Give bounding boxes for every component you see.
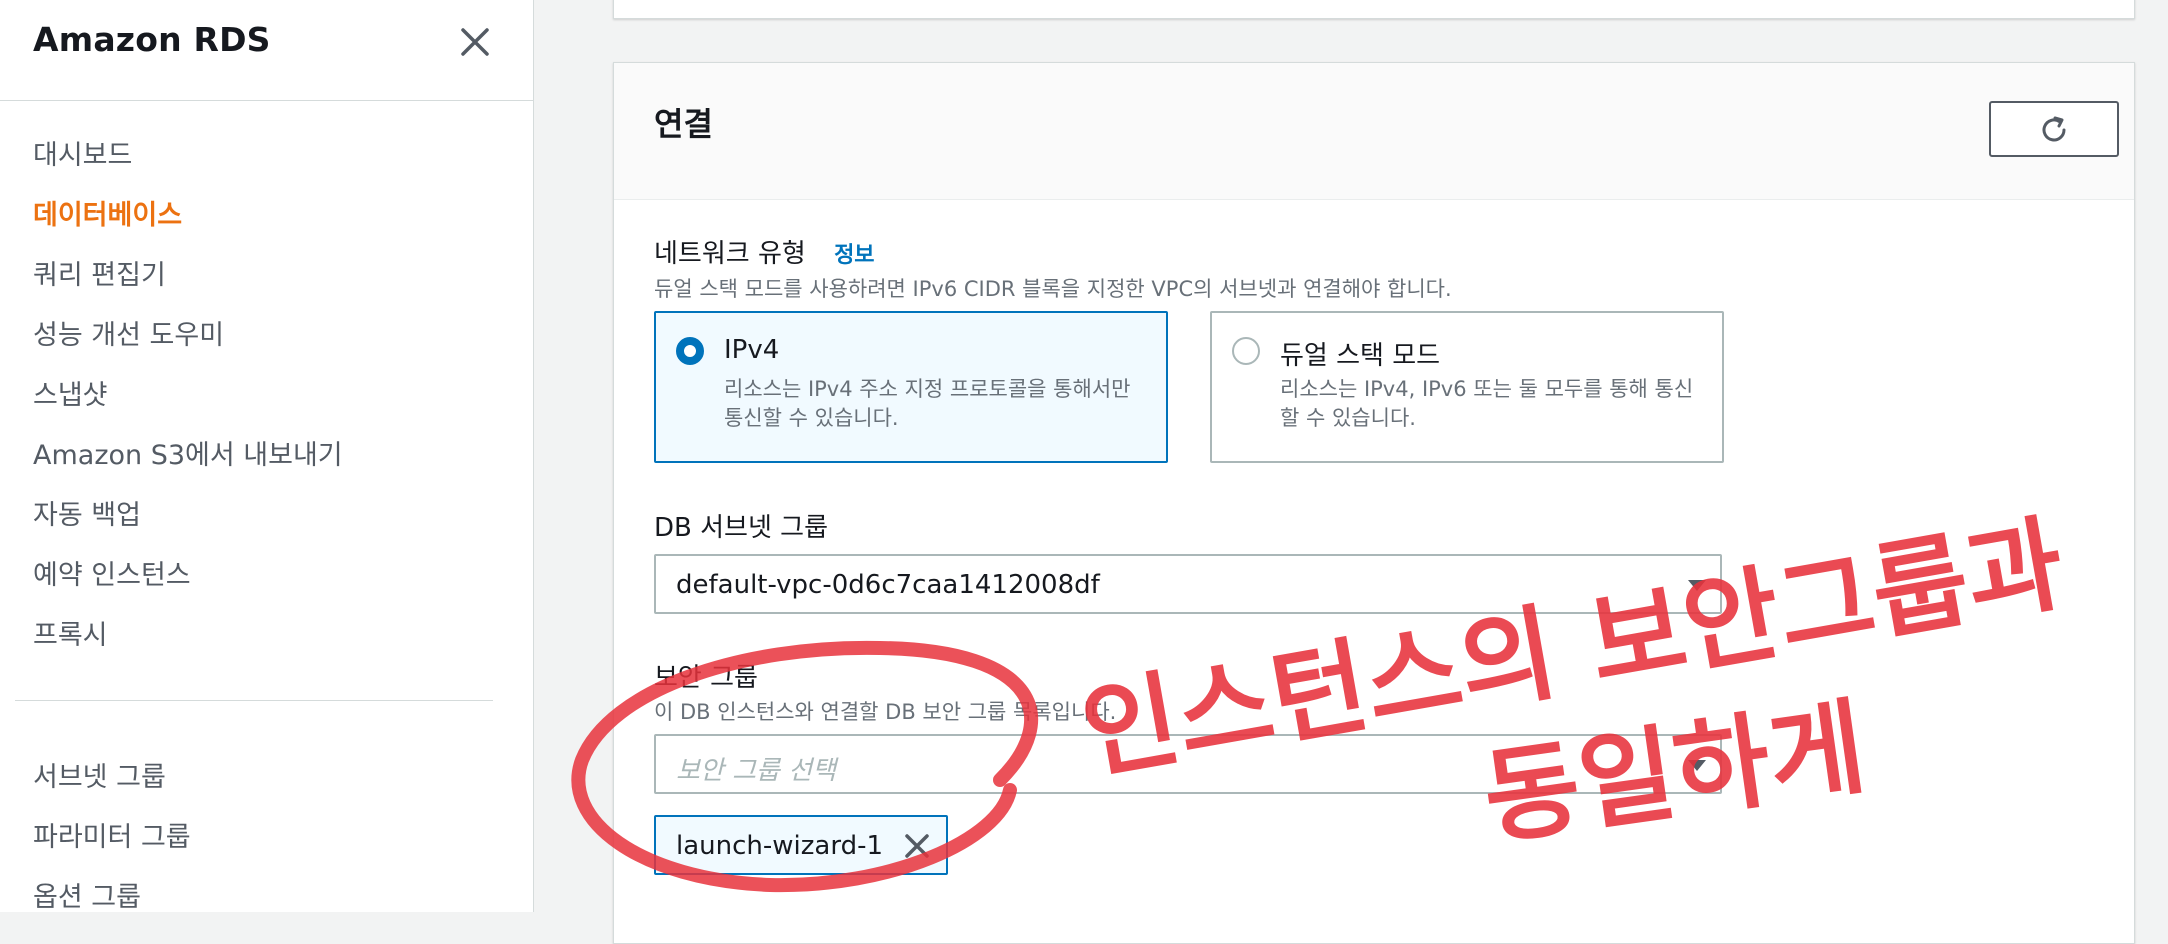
subnet-group-select[interactable]: default-vpc-0d6c7caa1412008df (654, 554, 1722, 614)
connection-panel-header: 연결 (614, 63, 2134, 200)
dual-stack-radio[interactable] (1232, 337, 1260, 365)
remove-token-icon[interactable] (902, 831, 932, 861)
security-group-label: 보안 그룹 (654, 663, 758, 693)
sidebar-item-option-groups[interactable]: 옵션 그룹 (33, 875, 141, 914)
sidebar-item-snapshots[interactable]: 스냅샷 (33, 373, 108, 412)
network-type-description: 듀얼 스택 모드를 사용하려면 IPv6 CIDR 블록을 지정한 VPC의 서… (654, 277, 1452, 301)
sidebar-divider (15, 700, 493, 701)
network-type-info-link[interactable]: 정보 (834, 243, 874, 268)
sidebar-item-query-editor[interactable]: 쿼리 편집기 (33, 253, 166, 292)
security-group-token-label: launch-wizard-1 (676, 831, 883, 861)
dual-stack-title: 듀얼 스택 모드 (1280, 341, 1441, 371)
ipv4-description: 리소스는 IPv4 주소 지정 프로토콜을 통해서만 통신할 수 있습니다. (724, 377, 1131, 430)
previous-section-card (613, 0, 2135, 19)
refresh-button[interactable] (1989, 101, 2119, 157)
sidebar-item-proxies[interactable]: 프록시 (33, 613, 108, 652)
connection-title: 연결 (654, 105, 713, 143)
refresh-icon (2042, 116, 2066, 142)
network-type-label: 네트워크 유형 정보 (654, 233, 875, 270)
sidebar-item-s3-exports[interactable]: Amazon S3에서 내보내기 (33, 433, 343, 472)
network-option-dual-stack[interactable]: 듀얼 스택 모드 리소스는 IPv4, IPv6 또는 둘 모두를 통해 통신할… (1210, 311, 1724, 463)
network-option-ipv4[interactable]: IPv4 리소스는 IPv4 주소 지정 프로토콜을 통해서만 통신할 수 있습… (654, 311, 1168, 463)
ipv4-radio[interactable] (676, 337, 704, 365)
dual-stack-description: 리소스는 IPv4, IPv6 또는 둘 모두를 통해 통신할 수 있습니다. (1280, 377, 1694, 430)
close-icon[interactable] (455, 22, 495, 62)
network-type-label-text: 네트워크 유형 (654, 239, 806, 269)
sidebar: Amazon RDS 대시보드 데이터베이스 쿼리 편집기 성능 개선 도우미 … (0, 0, 534, 914)
caret-down-icon (1688, 580, 1706, 591)
sidebar-header: Amazon RDS (0, 0, 533, 101)
security-group-placeholder: 보안 그룹 선택 (676, 756, 837, 786)
subnet-group-value: default-vpc-0d6c7caa1412008df (676, 570, 1100, 600)
sidebar-item-reserved-instances[interactable]: 예약 인스턴스 (33, 553, 191, 592)
sidebar-title: Amazon RDS (33, 20, 271, 59)
connection-panel: 연결 네트워크 유형 정보 듀얼 스택 모드를 사용하려면 IPv6 CIDR … (613, 62, 2135, 944)
sidebar-item-databases[interactable]: 데이터베이스 (33, 193, 182, 232)
subnet-group-label: DB 서브넷 그룹 (654, 513, 828, 543)
security-group-select[interactable]: 보안 그룹 선택 (654, 734, 1722, 794)
sidebar-item-parameter-groups[interactable]: 파라미터 그룹 (33, 815, 191, 854)
caret-down-icon (1688, 760, 1706, 771)
ipv4-title: IPv4 (724, 335, 780, 365)
sidebar-item-automated-backups[interactable]: 자동 백업 (33, 493, 141, 532)
security-group-description: 이 DB 인스턴스와 연결할 DB 보안 그룹 목록입니다. (654, 700, 1117, 724)
sidebar-item-performance-insights[interactable]: 성능 개선 도우미 (33, 313, 224, 352)
security-group-token: launch-wizard-1 (654, 815, 948, 875)
sidebar-item-subnet-groups[interactable]: 서브넷 그룹 (33, 755, 166, 794)
sidebar-item-dashboard[interactable]: 대시보드 (33, 133, 132, 172)
